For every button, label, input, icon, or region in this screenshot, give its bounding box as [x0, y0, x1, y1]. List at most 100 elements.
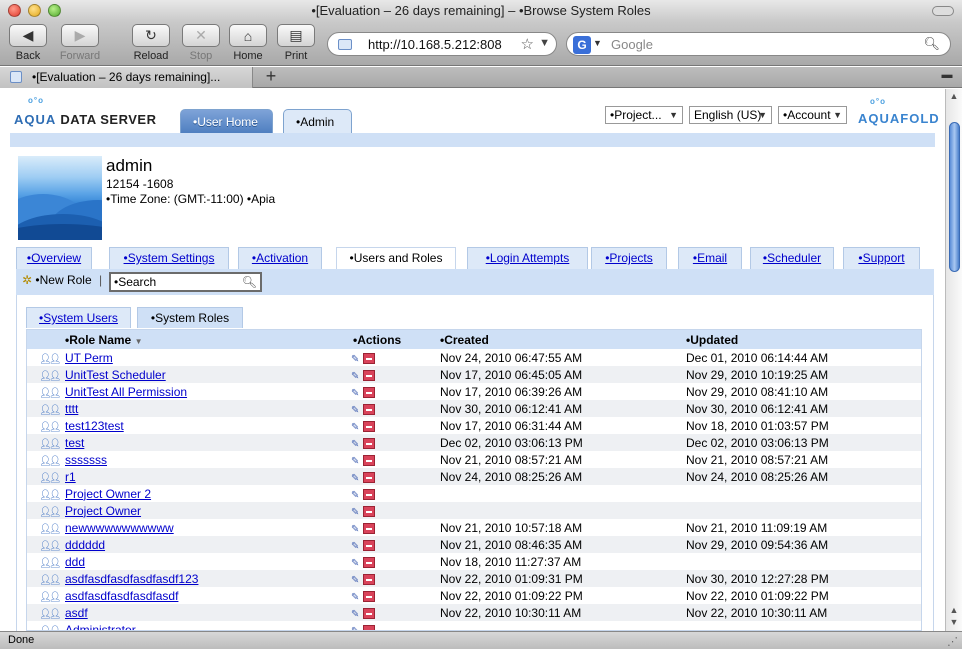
nav-tab-user-home[interactable]: •User Home — [180, 109, 273, 133]
home-button[interactable]: ⌂ Home — [222, 24, 274, 62]
table-row[interactable]: 👤︎👤︎ ddd ✎ Nov 18, 2010 11:27:37 AM — [27, 553, 921, 570]
new-role-link[interactable]: ✲ •New Role | — [22, 273, 102, 287]
address-url[interactable]: http://10.168.5.212:808 — [368, 37, 502, 52]
web-search-placeholder[interactable]: Google — [611, 37, 653, 52]
history-dropdown-icon[interactable]: ▼ — [539, 37, 550, 49]
bookmark-star-icon[interactable]: ☆ — [520, 35, 534, 53]
table-row[interactable]: 👤︎👤︎ tttt ✎ Nov 30, 2010 06:12:41 AM Nov 30,… — [27, 400, 921, 417]
delete-role-icon[interactable] — [363, 420, 376, 432]
nav-tab-admin[interactable]: •Admin — [283, 109, 352, 133]
role-name-link[interactable]: asdfasdfasdfasdfasdf — [65, 589, 178, 603]
edit-role-icon[interactable]: ✎ — [351, 405, 359, 416]
table-row[interactable]: 👤︎👤︎ newwwwwwwwwww ✎ Nov 21, 2010 10:57:18 … — [27, 519, 921, 536]
zoom-window-button[interactable] — [48, 4, 61, 17]
tab-users-and-roles[interactable]: •Users and Roles — [336, 247, 456, 270]
delete-role-icon[interactable] — [363, 454, 376, 466]
edit-role-icon[interactable]: ✎ — [351, 371, 359, 382]
table-row[interactable]: 👤︎👤︎ test ✎ Dec 02, 2010 03:06:13 PM Dec 02,… — [27, 434, 921, 451]
delete-role-icon[interactable] — [363, 369, 376, 381]
role-name-link[interactable]: sssssss — [65, 453, 107, 467]
delete-role-icon[interactable] — [363, 573, 376, 585]
tab-projects[interactable]: •Projects — [591, 247, 667, 269]
edit-role-icon[interactable]: ✎ — [351, 592, 359, 603]
table-row[interactable]: 👤︎👤︎ UT Perm ✎ Nov 24, 2010 06:47:55 AM Dec … — [27, 349, 921, 366]
table-row[interactable]: 👤︎👤︎ asdfasdfasdfasdfasdf ✎ Nov 22, 2010 01… — [27, 587, 921, 604]
table-row[interactable]: 👤︎👤︎ r1 ✎ Nov 24, 2010 08:25:26 AM Nov 24, 2… — [27, 468, 921, 485]
address-bar[interactable]: http://10.168.5.212:808 ☆ ▼ — [327, 32, 557, 56]
delete-role-icon[interactable] — [363, 488, 376, 500]
role-name-link[interactable]: asdfasdfasdfasdfasdf123 — [65, 572, 198, 586]
role-search-value[interactable]: •Search — [114, 275, 156, 289]
google-engine-icon[interactable]: G — [573, 36, 591, 54]
close-window-button[interactable] — [8, 4, 21, 17]
table-row[interactable]: 👤︎👤︎ asdfasdfasdfasdfasdf123 ✎ Nov 22, 2010… — [27, 570, 921, 587]
delete-role-icon[interactable] — [363, 522, 376, 534]
forward-button[interactable]: ▶ Forward — [54, 24, 106, 62]
edit-role-icon[interactable]: ✎ — [351, 388, 359, 399]
role-name-link[interactable]: Project Owner — [65, 504, 141, 518]
tab-list-menu-icon[interactable]: ▬ — [938, 69, 956, 85]
role-name-link[interactable]: newwwwwwwwwww — [65, 521, 174, 535]
edit-role-icon[interactable]: ✎ — [351, 609, 359, 620]
tab-system-settings[interactable]: •System Settings — [109, 247, 229, 269]
delete-role-icon[interactable] — [363, 471, 376, 483]
delete-role-icon[interactable] — [363, 386, 376, 398]
role-search-input[interactable]: •Search 🔍︎ — [109, 272, 262, 292]
language-select[interactable]: English (US) ▼ — [689, 106, 772, 124]
edit-role-icon[interactable]: ✎ — [351, 490, 359, 501]
edit-role-icon[interactable]: ✎ — [351, 473, 359, 484]
web-search-bar[interactable]: G ▼ Google 🔍︎ — [566, 32, 951, 56]
edit-role-icon[interactable]: ✎ — [351, 354, 359, 365]
delete-role-icon[interactable] — [363, 590, 376, 602]
edit-role-icon[interactable]: ✎ — [351, 524, 359, 535]
vertical-scrollbar[interactable]: ▲ ▲ ▼ — [945, 89, 962, 631]
edit-role-icon[interactable]: ✎ — [351, 541, 359, 552]
table-row[interactable]: 👤︎👤︎ sssssss ✎ Nov 21, 2010 08:57:21 AM Nov … — [27, 451, 921, 468]
toolbar-toggle-button[interactable] — [932, 6, 954, 16]
edit-role-icon[interactable]: ✎ — [351, 456, 359, 467]
role-name-header-label[interactable]: •Role Name — [65, 333, 131, 347]
project-select[interactable]: •Project... ▼ — [605, 106, 683, 124]
updated-column-header[interactable]: •Updated — [686, 330, 921, 349]
delete-role-icon[interactable] — [363, 539, 376, 551]
table-row[interactable]: 👤︎👤︎ test123test ✎ Nov 17, 2010 06:31:44 AM… — [27, 417, 921, 434]
search-icon[interactable]: 🔍︎ — [242, 274, 257, 290]
table-row[interactable]: 👤︎👤︎ UnitTest All Permission ✎ Nov 17, 2010… — [27, 383, 921, 400]
tab-email[interactable]: •Email — [678, 247, 742, 269]
scroll-up-icon[interactable]: ▲ — [948, 91, 960, 103]
table-row[interactable]: 👤︎👤︎ Administrator ✎ — [27, 621, 921, 630]
delete-role-icon[interactable] — [363, 352, 376, 364]
back-button[interactable]: ◀ Back — [2, 24, 54, 62]
delete-role-icon[interactable] — [363, 437, 376, 449]
created-column-header[interactable]: •Created — [440, 330, 686, 349]
role-name-link[interactable]: UnitTest All Permission — [65, 385, 187, 399]
tab-overview[interactable]: •Overview — [16, 247, 92, 269]
delete-role-icon[interactable] — [363, 556, 376, 568]
role-name-link[interactable]: tttt — [65, 402, 78, 416]
new-tab-button[interactable]: + — [258, 67, 284, 88]
tab-login-attempts[interactable]: •Login Attempts — [467, 247, 588, 269]
delete-role-icon[interactable] — [363, 403, 376, 415]
browser-tab[interactable]: •[Evaluation – 26 days remaining]... — [0, 67, 253, 88]
aquafold-logo[interactable]: o°o AQUAFOLD — [858, 97, 940, 126]
role-name-link[interactable]: UT Perm — [65, 351, 113, 365]
reload-button[interactable]: ↻ Reload — [125, 24, 177, 62]
edit-role-icon[interactable]: ✎ — [351, 439, 359, 450]
tab-system-roles[interactable]: •System Roles — [137, 307, 243, 328]
delete-role-icon[interactable] — [363, 505, 376, 517]
delete-role-icon[interactable] — [363, 607, 376, 619]
role-name-link[interactable]: UnitTest Scheduler — [65, 368, 166, 382]
tab-system-users[interactable]: •System Users — [26, 307, 131, 328]
scroll-down-icon[interactable]: ▼ — [948, 617, 960, 629]
edit-role-icon[interactable]: ✎ — [351, 575, 359, 586]
role-name-link[interactable]: dddddd — [65, 538, 105, 552]
tab-activation[interactable]: •Activation — [238, 247, 322, 269]
magnifier-icon[interactable]: 🔍︎ — [923, 36, 940, 52]
edit-role-icon[interactable]: ✎ — [351, 558, 359, 569]
minimize-window-button[interactable] — [28, 4, 41, 17]
role-name-link[interactable]: test — [65, 436, 84, 450]
edit-role-icon[interactable]: ✎ — [351, 422, 359, 433]
role-name-link[interactable]: ddd — [65, 555, 85, 569]
role-name-link[interactable]: test123test — [65, 419, 124, 433]
table-row[interactable]: 👤︎👤︎ Project Owner ✎ — [27, 502, 921, 519]
